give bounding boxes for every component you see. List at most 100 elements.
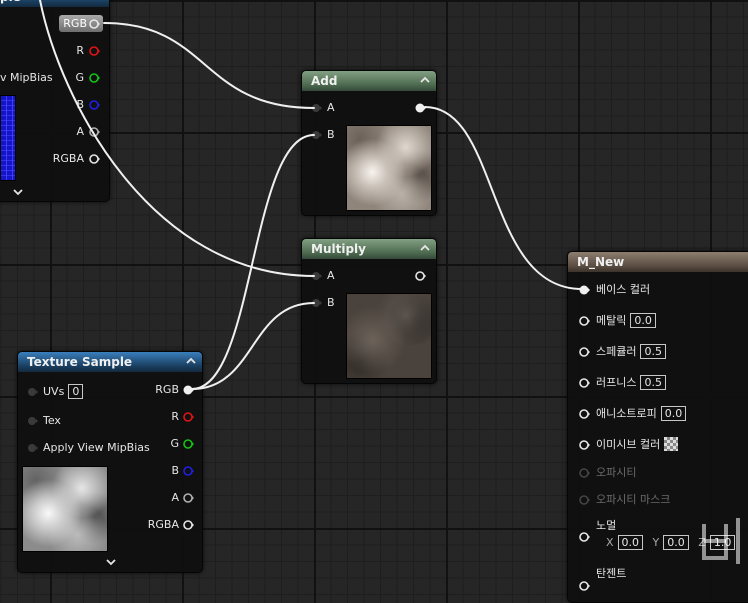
pin-b-in-icon[interactable]	[310, 129, 322, 141]
pin-rgba-icon[interactable]	[88, 153, 100, 165]
pin-rgba-row[interactable]: RGBA	[148, 517, 179, 533]
pin-b-row[interactable]: B	[76, 97, 84, 113]
texture-preview-thumbnail	[22, 466, 108, 552]
wire-sample-rgb-to-multiply-b[interactable]	[191, 302, 315, 390]
specular-row[interactable]: 스페큘러 0.5	[596, 344, 666, 360]
pin-b-icon[interactable]	[88, 99, 100, 111]
pin-label: RGB	[155, 383, 179, 396]
roughness-label: 러프니스	[596, 376, 637, 389]
roughness-value[interactable]: 0.5	[640, 375, 666, 390]
opacity-mask-label: 오파시티 마스크	[596, 493, 671, 506]
normal-y-value[interactable]: 0.0	[663, 535, 689, 550]
wire-add-out-to-base-color[interactable]	[424, 106, 583, 290]
collapse-chevron-icon[interactable]	[419, 74, 431, 86]
checker-swatch-icon[interactable]	[664, 437, 679, 451]
pin-label: B	[171, 464, 179, 477]
uvs-value[interactable]: 0	[68, 384, 84, 399]
node-header[interactable]: M_New	[568, 252, 748, 272]
pin-a-in-icon[interactable]	[310, 270, 322, 282]
pin-r-icon[interactable]	[182, 411, 194, 423]
pin-g-icon[interactable]	[88, 72, 100, 84]
pin-rgb-row[interactable]: RGB	[155, 382, 179, 398]
multiply-preview-thumbnail	[346, 293, 432, 379]
pin-a-in-icon[interactable]	[310, 102, 322, 114]
expand-chevron-icon[interactable]	[105, 558, 117, 566]
pin-rgb-icon[interactable]	[182, 384, 194, 396]
specular-value[interactable]: 0.5	[640, 344, 666, 359]
tangent-label: 탄젠트	[596, 567, 627, 580]
wire-sample-rgb-to-add-b[interactable]	[191, 134, 315, 390]
pin-label: R	[76, 44, 84, 57]
node-header[interactable]: Texture Sample	[18, 352, 202, 372]
opacity-label: 오파시티	[596, 466, 637, 479]
pin-opacity-icon	[579, 468, 590, 478]
pin-a-label: A	[327, 269, 335, 282]
pin-rgb-icon[interactable]	[88, 18, 100, 30]
pin-b-label: B	[327, 296, 335, 309]
wire-top-rgb-to-add-a[interactable]	[103, 22, 315, 109]
pin-r-row[interactable]: R	[76, 43, 84, 59]
node-header[interactable]: Add	[302, 71, 436, 91]
node-header[interactable]: Multiply	[302, 239, 436, 259]
pin-label: RGBA	[52, 152, 84, 165]
pin-normal-icon[interactable]	[578, 531, 590, 543]
pin-uvs-icon[interactable]	[26, 386, 38, 398]
anisotropy-row[interactable]: 애니소트로피 0.0	[596, 406, 687, 422]
add-node[interactable]: Add A B	[301, 70, 437, 216]
pin-rgb-row[interactable]: RGB	[63, 16, 87, 32]
uvs-row[interactable]: UVs 0	[43, 384, 84, 400]
pin-b-in-icon[interactable]	[310, 297, 322, 309]
texture-sample-node-top[interactable]: ple RGB R G B A RGBA v MipBias	[0, 0, 110, 202]
pin-rgba-row[interactable]: RGBA	[53, 151, 84, 167]
pin-base-color-icon[interactable]	[578, 284, 590, 296]
pin-output-icon[interactable]	[414, 102, 426, 114]
pin-a-row[interactable]: A	[76, 124, 84, 140]
pin-tangent-icon[interactable]	[578, 580, 590, 592]
specular-label: 스페큘러	[596, 345, 637, 358]
metallic-row[interactable]: 메탈릭 0.0	[596, 313, 656, 329]
pin-roughness-icon[interactable]	[578, 377, 590, 389]
base-color-label: 베이스 컬러	[596, 283, 651, 296]
pin-emissive-icon[interactable]	[578, 439, 590, 451]
multiply-node[interactable]: Multiply A B	[301, 238, 437, 384]
pin-r-row[interactable]: R	[171, 409, 179, 425]
metallic-value[interactable]: 0.0	[630, 313, 656, 328]
pin-a-row[interactable]: A	[171, 490, 179, 506]
collapse-chevron-icon[interactable]	[185, 355, 197, 367]
node-header[interactable]: ple	[0, 0, 109, 7]
normal-x-value[interactable]: 0.0	[617, 535, 644, 550]
pin-label: R	[171, 410, 179, 423]
pin-output-icon[interactable]	[414, 270, 426, 282]
pin-tex-icon[interactable]	[26, 415, 38, 427]
normal-x-label: X	[606, 536, 614, 549]
expand-chevron-icon[interactable]	[12, 188, 24, 196]
pin-rgba-icon[interactable]	[182, 519, 194, 531]
pin-g-row[interactable]: G	[75, 70, 84, 86]
collapse-chevron-icon[interactable]	[419, 242, 431, 254]
pin-specular-icon[interactable]	[578, 346, 590, 358]
pin-b-icon[interactable]	[182, 465, 194, 477]
pin-label: B	[76, 98, 84, 111]
tex-label: Tex	[43, 414, 61, 427]
normal-label: 노멀	[596, 519, 617, 532]
pin-metallic-icon[interactable]	[578, 315, 590, 327]
pin-r-icon[interactable]	[88, 45, 100, 57]
pin-opacity-mask-icon	[579, 495, 590, 505]
pin-a-icon[interactable]	[182, 492, 194, 504]
roughness-row[interactable]: 러프니스 0.5	[596, 375, 666, 391]
pin-g-icon[interactable]	[182, 438, 194, 450]
pin-label: A	[171, 491, 179, 504]
pin-label: G	[170, 437, 179, 450]
emissive-row[interactable]: 이미시브 컬러	[596, 437, 679, 453]
pin-a-icon[interactable]	[88, 126, 100, 138]
pin-anisotropy-icon[interactable]	[578, 408, 590, 420]
mipbias-label: v MipBias	[0, 71, 53, 84]
anisotropy-value[interactable]: 0.0	[660, 406, 687, 421]
node-title: Add	[311, 74, 338, 88]
texture-sample-node[interactable]: Texture Sample UVs 0 Tex Apply View MipBi…	[17, 351, 203, 573]
pin-g-row[interactable]: G	[170, 436, 179, 452]
watermark-logo-icon	[702, 518, 740, 564]
pin-b-row[interactable]: B	[171, 463, 179, 479]
pin-label: A	[76, 125, 84, 138]
pin-mipbias-icon[interactable]	[26, 442, 38, 454]
